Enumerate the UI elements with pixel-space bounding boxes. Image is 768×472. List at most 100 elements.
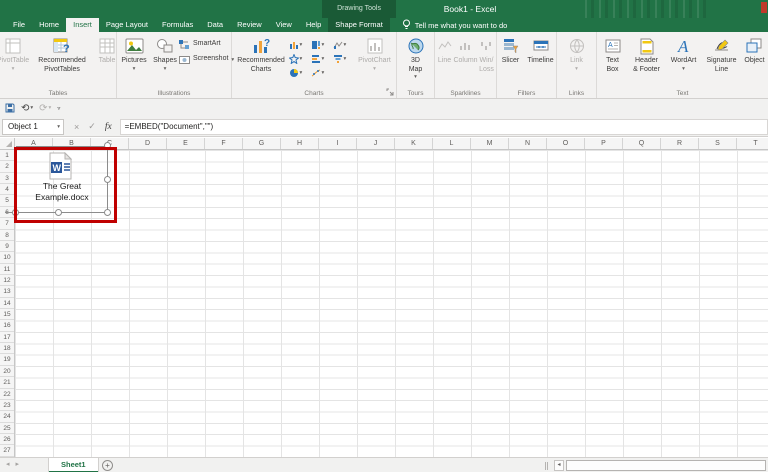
column-header-g[interactable]: G: [243, 138, 281, 150]
timeline-button[interactable]: Timeline: [525, 34, 557, 86]
row-header-11[interactable]: 11: [0, 264, 14, 275]
row-header-27[interactable]: 27: [0, 445, 14, 456]
tab-review[interactable]: Review: [230, 18, 269, 32]
column-header-j[interactable]: J: [357, 138, 395, 150]
shapes-button[interactable]: Shapes ▾: [151, 34, 179, 86]
link-button[interactable]: Link ▾: [559, 34, 595, 86]
header-footer-button[interactable]: Header & Footer: [628, 34, 666, 86]
row-header-14[interactable]: 14: [0, 298, 14, 309]
slicer-button[interactable]: Slicer: [497, 34, 525, 86]
column-header-d[interactable]: D: [129, 138, 167, 150]
row-header-15[interactable]: 15: [0, 309, 14, 320]
row-header-18[interactable]: 18: [0, 343, 14, 354]
row-header-2[interactable]: 2: [0, 161, 14, 172]
save-button[interactable]: [5, 103, 15, 113]
row-header-5[interactable]: 5: [0, 195, 14, 206]
sheet-tab-sheet1[interactable]: Sheet1: [48, 458, 99, 472]
pivotchart-button[interactable]: PivotChart ▾: [355, 34, 395, 86]
sparkline-line-button[interactable]: Line: [435, 34, 455, 86]
row-header-21[interactable]: 21: [0, 377, 14, 388]
sparkline-column-button[interactable]: Column: [455, 34, 477, 86]
name-box-dropdown-icon[interactable]: ▾: [57, 120, 60, 134]
insert-radar-chart-icon[interactable]: ▾: [289, 52, 311, 66]
row-header-3[interactable]: 3: [0, 173, 14, 184]
row-header-20[interactable]: 20: [0, 366, 14, 377]
row-header-17[interactable]: 17: [0, 332, 14, 343]
customize-qat-button[interactable]: ▿: [57, 105, 60, 112]
row-header-25[interactable]: 25: [0, 423, 14, 434]
insert-scatter-chart-icon[interactable]: ▾: [311, 66, 333, 80]
3d-map-button[interactable]: 3D Map ▾: [398, 34, 434, 86]
tab-help[interactable]: Help: [299, 18, 328, 32]
tab-home[interactable]: Home: [32, 18, 66, 32]
row-header-7[interactable]: 7: [0, 218, 14, 229]
column-header-l[interactable]: L: [433, 138, 471, 150]
tab-page-layout[interactable]: Page Layout: [99, 18, 155, 32]
row-header-10[interactable]: 10: [0, 252, 14, 263]
sparkline-winloss-button[interactable]: Win/ Loss: [477, 34, 497, 86]
row-header-9[interactable]: 9: [0, 241, 14, 252]
smartart-button[interactable]: SmartArt: [179, 38, 231, 51]
row-header-4[interactable]: 4: [0, 184, 14, 195]
tab-shape-format[interactable]: Shape FormatDrawing Tools: [328, 18, 390, 32]
horizontal-scrollbar-thumb[interactable]: [566, 460, 766, 471]
row-header-22[interactable]: 22: [0, 389, 14, 400]
column-header-m[interactable]: M: [471, 138, 509, 150]
signature-line-button[interactable]: Signature Line: [702, 34, 742, 86]
recommended-charts-button[interactable]: ? Recommended Charts: [234, 34, 289, 86]
object-button[interactable]: Object: [742, 34, 768, 86]
select-all-corner[interactable]: [0, 138, 15, 150]
tab-insert[interactable]: Insert: [66, 18, 99, 32]
column-header-p[interactable]: P: [585, 138, 623, 150]
confirm-entry-icon[interactable]: ✓: [88, 121, 96, 132]
cancel-entry-icon[interactable]: ×: [74, 122, 79, 132]
tab-formulas[interactable]: Formulas: [155, 18, 200, 32]
column-header-s[interactable]: S: [699, 138, 737, 150]
row-header-24[interactable]: 24: [0, 411, 14, 422]
sheet-nav-left-icon[interactable]: ◂: [6, 461, 16, 468]
insert-funnel-chart-icon[interactable]: ▾: [333, 52, 355, 66]
redo-button[interactable]: ⟳▾: [39, 103, 51, 114]
tab-file[interactable]: File: [6, 18, 32, 32]
row-header-8[interactable]: 8: [0, 230, 14, 241]
recommended-pivottables-button[interactable]: ? Recommended PivotTables: [32, 34, 92, 86]
insert-bar-chart-icon[interactable]: ▾: [311, 52, 333, 66]
column-header-o[interactable]: O: [547, 138, 585, 150]
insert-hierarchy-chart-icon[interactable]: ▾: [311, 38, 333, 52]
column-header-h[interactable]: H: [281, 138, 319, 150]
column-header-i[interactable]: I: [319, 138, 357, 150]
formula-input[interactable]: =EMBED("Document",""): [120, 119, 768, 135]
column-header-q[interactable]: Q: [623, 138, 661, 150]
tab-data[interactable]: Data: [200, 18, 230, 32]
pictures-button[interactable]: Pictures ▾: [117, 34, 151, 86]
sheet-nav-right-icon[interactable]: ▸: [16, 461, 26, 468]
column-header-k[interactable]: K: [395, 138, 433, 150]
row-header-1[interactable]: 1: [0, 150, 14, 161]
insert-column-chart-icon[interactable]: ▾: [289, 38, 311, 52]
text-box-button[interactable]: A Text Box: [598, 34, 628, 86]
undo-button[interactable]: ⟲▾: [21, 103, 33, 114]
insert-waterfall-chart-icon[interactable]: ▾: [333, 38, 355, 52]
new-sheet-button[interactable]: +: [102, 460, 113, 471]
tell-me-box[interactable]: Tell me what you want to do: [402, 18, 508, 32]
sheet-cells[interactable]: [15, 150, 768, 457]
horizontal-scrollbar-splitter[interactable]: [545, 462, 548, 470]
scroll-left-icon[interactable]: ◂: [554, 460, 564, 471]
insert-function-icon[interactable]: fx: [105, 122, 112, 132]
insert-pie-chart-icon[interactable]: ▾: [289, 66, 311, 80]
screenshot-button[interactable]: Screenshot ▾: [179, 53, 231, 66]
row-header-16[interactable]: 16: [0, 320, 14, 331]
name-box[interactable]: Object 1 ▾: [2, 119, 64, 135]
row-header-26[interactable]: 26: [0, 434, 14, 445]
row-header-19[interactable]: 19: [0, 354, 14, 365]
row-header-23[interactable]: 23: [0, 400, 14, 411]
column-header-f[interactable]: F: [205, 138, 243, 150]
row-header-13[interactable]: 13: [0, 286, 14, 297]
tab-view[interactable]: View: [269, 18, 299, 32]
column-header-t[interactable]: T: [737, 138, 768, 150]
column-header-e[interactable]: E: [167, 138, 205, 150]
column-header-r[interactable]: R: [661, 138, 699, 150]
wordart-button[interactable]: A WordArt ▾: [666, 34, 702, 86]
row-header-12[interactable]: 12: [0, 275, 14, 286]
pivottable-button[interactable]: PivotTable ▾: [0, 34, 32, 86]
